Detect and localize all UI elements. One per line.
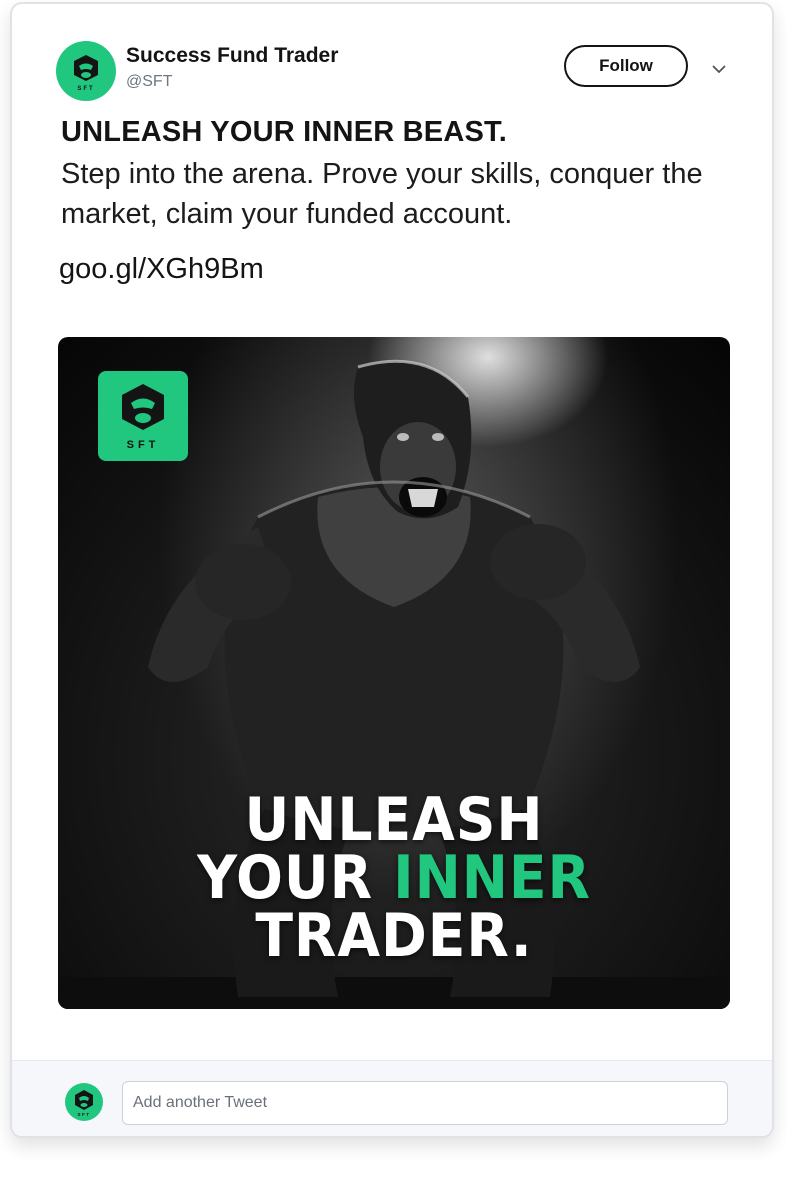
tweet-link[interactable]: goo.gl/XGh9Bm xyxy=(59,253,264,286)
chevron-down-icon[interactable] xyxy=(708,58,730,80)
media-overlay-text: UNLEASH YOUR INNER TRADER. xyxy=(85,785,703,971)
tweet-media-image[interactable]: SFT UNLEASH YOUR INNER TRADER. xyxy=(58,337,730,1009)
reply-footer: SFT xyxy=(12,1060,772,1136)
gorilla-logo-icon: SFT xyxy=(74,55,98,92)
author-name[interactable]: Success Fund Trader xyxy=(126,44,338,68)
reply-avatar-text: SFT xyxy=(78,1112,91,1117)
follow-button[interactable]: Follow xyxy=(564,45,688,87)
gorilla-logo-icon: SFT xyxy=(122,384,164,451)
overlay-line-1: UNLEASH xyxy=(244,785,544,855)
gorilla-logo-icon: SFT xyxy=(75,1090,93,1117)
tweet-headline: UNLEASH YOUR INNER BEAST. xyxy=(61,116,507,148)
avatar-logo-text: SFT xyxy=(77,86,94,92)
author-avatar[interactable]: SFT xyxy=(56,41,116,101)
media-brand-logo: SFT xyxy=(98,371,188,461)
author-handle[interactable]: @SFT xyxy=(126,73,172,91)
add-tweet-input[interactable] xyxy=(122,1081,728,1125)
overlay-line-3: TRADER. xyxy=(255,901,533,971)
overlay-line-2: YOUR INNER xyxy=(85,848,703,908)
media-logo-text: SFT xyxy=(127,439,160,451)
reply-avatar: SFT xyxy=(65,1083,103,1121)
tweet-card: SFT Success Fund Trader @SFT Follow UNLE… xyxy=(10,2,774,1138)
tweet-body: Step into the arena. Prove your skills, … xyxy=(61,158,703,230)
